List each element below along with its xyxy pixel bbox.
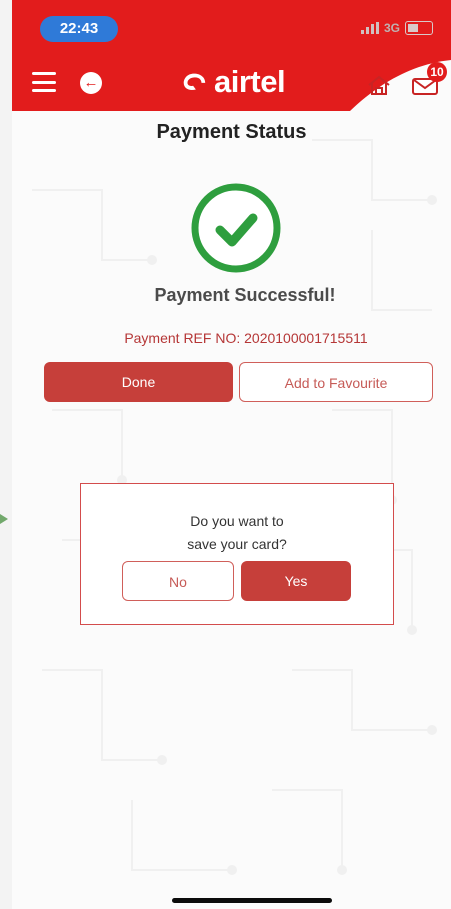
status-indicators: 3G xyxy=(360,21,433,35)
save-card-dialog: Do you want to save your card? No Yes xyxy=(80,483,394,625)
save-card-question: Do you want to save your card? xyxy=(81,510,393,556)
home-icon[interactable] xyxy=(366,74,392,96)
check-circle-icon xyxy=(191,183,281,273)
yes-button[interactable]: Yes xyxy=(241,561,351,601)
payment-reference: Payment REF NO: 2020100001715511 xyxy=(124,330,368,346)
payment-success-message: Payment Successful! xyxy=(154,285,336,305)
battery-icon xyxy=(405,21,433,35)
hamburger-menu-icon[interactable] xyxy=(32,72,56,92)
app-header: ← airtel 10 xyxy=(12,56,451,111)
mobile-screen: 22:43 3G ← airtel 10 Payment Status Paym… xyxy=(12,0,451,909)
brand-name: airtel xyxy=(214,64,286,99)
save-card-question-line-2: save your card? xyxy=(187,536,287,552)
status-bar: 22:43 3G xyxy=(12,0,451,56)
signal-strength-icon xyxy=(360,22,379,34)
status-time: 22:43 xyxy=(40,16,118,42)
back-arrow-icon[interactable]: ← xyxy=(80,72,102,94)
page-title: Payment Status xyxy=(156,121,307,143)
no-button[interactable]: No xyxy=(122,561,234,601)
notification-badge: 10 xyxy=(427,62,447,82)
side-arrow-icon xyxy=(0,514,8,524)
save-card-question-line-1: Do you want to xyxy=(190,513,284,529)
done-button[interactable]: Done xyxy=(44,362,233,402)
add-to-favourite-button[interactable]: Add to Favourite xyxy=(239,362,433,402)
home-indicator[interactable] xyxy=(172,898,332,903)
airtel-logo-icon xyxy=(183,73,206,91)
airtel-logo: airtel xyxy=(180,64,286,100)
network-type: 3G xyxy=(383,21,400,35)
